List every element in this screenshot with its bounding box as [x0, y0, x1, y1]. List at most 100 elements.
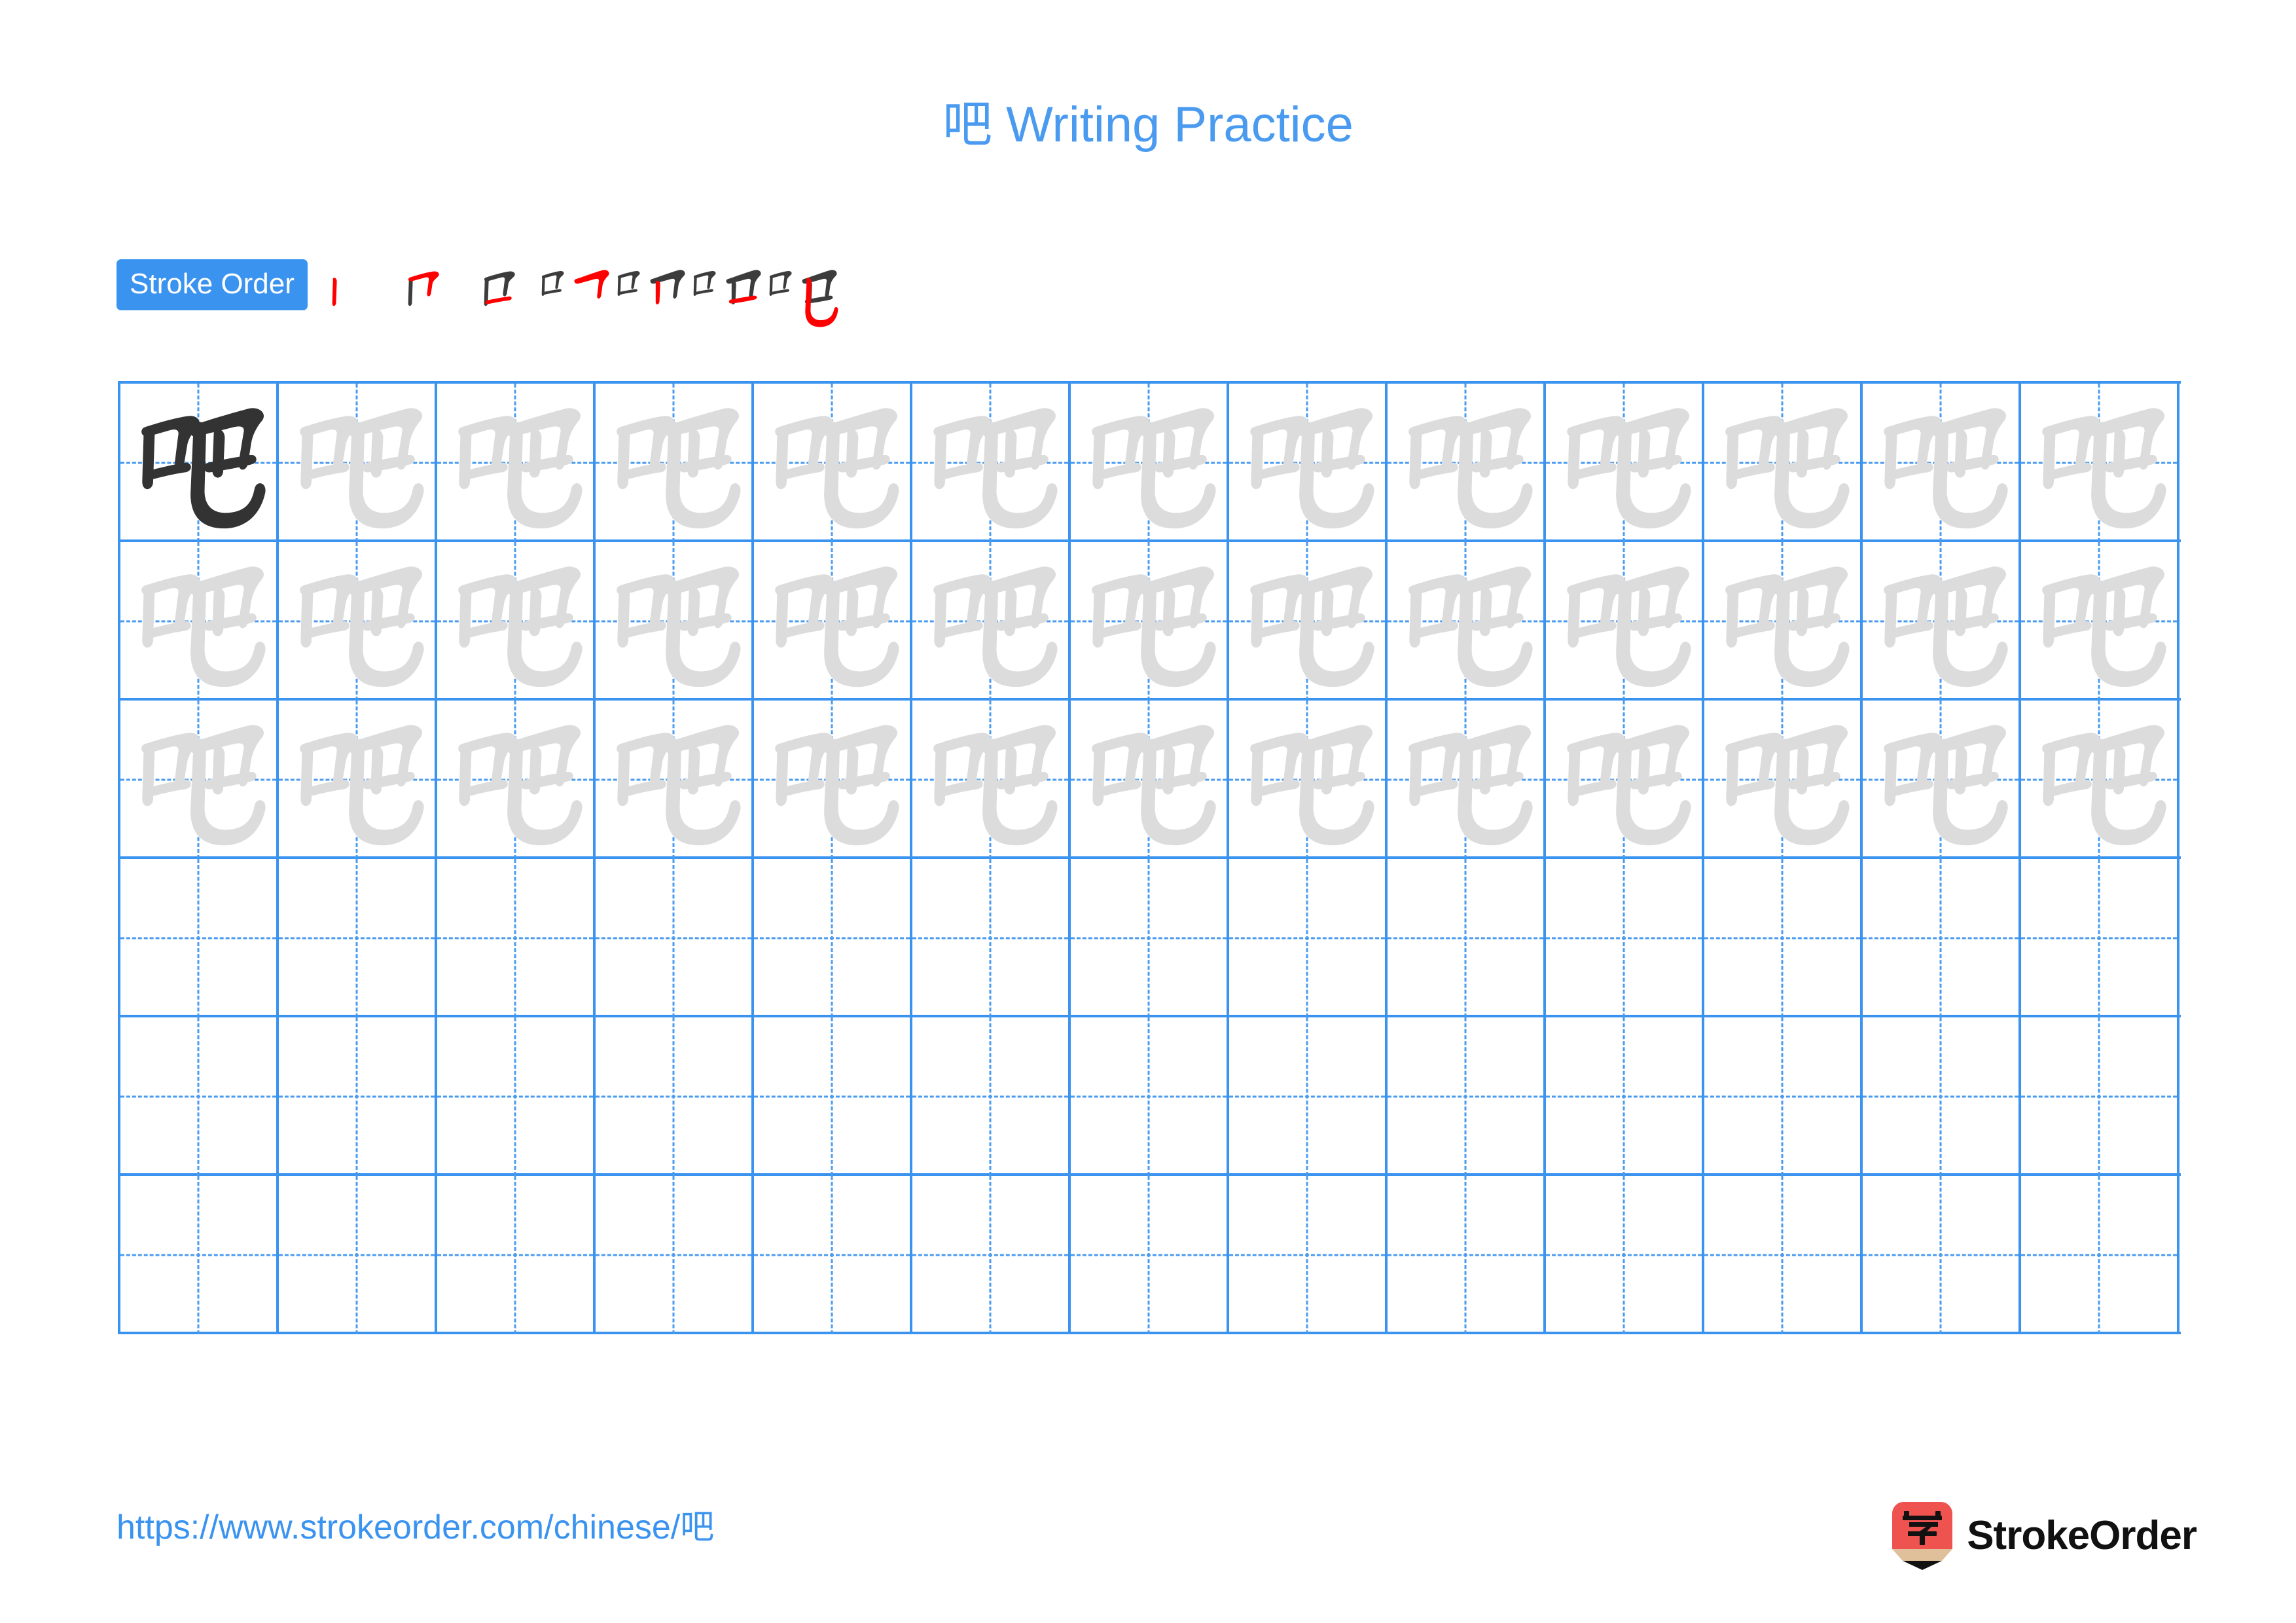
practice-cell-empty[interactable] — [754, 1017, 912, 1176]
stroke-step-4 — [538, 254, 614, 330]
practice-cell-trace[interactable] — [1071, 701, 1229, 859]
practice-cell-empty[interactable] — [1388, 1176, 1546, 1334]
footer-url-link[interactable]: https://www.strokeorder.com/chinese/吧 — [117, 1507, 714, 1548]
practice-cell-empty[interactable] — [1704, 1017, 1863, 1176]
practice-cell-trace[interactable] — [2021, 542, 2179, 701]
trace-character — [1229, 384, 1385, 542]
practice-cell-empty[interactable] — [2021, 1176, 2179, 1334]
practice-cell-trace[interactable] — [596, 542, 754, 701]
practice-cell-empty[interactable] — [754, 859, 912, 1017]
cell-guide-horizontal — [596, 1095, 751, 1098]
practice-cell-trace[interactable] — [1388, 701, 1546, 859]
practice-cell-empty[interactable] — [596, 859, 754, 1017]
practice-cell-trace[interactable] — [1704, 701, 1863, 859]
practice-cell-empty[interactable] — [1863, 859, 2021, 1017]
practice-cell-empty[interactable] — [1071, 1017, 1229, 1176]
practice-cell-trace[interactable] — [2021, 701, 2179, 859]
practice-cell-empty[interactable] — [2021, 859, 2179, 1017]
practice-cell-empty[interactable] — [2021, 1017, 2179, 1176]
practice-cell-empty[interactable] — [1863, 1176, 2021, 1334]
practice-cell-empty[interactable] — [1863, 1017, 2021, 1176]
practice-cell-trace[interactable] — [1229, 542, 1388, 701]
practice-cell-trace[interactable] — [912, 701, 1071, 859]
character-glyph — [933, 566, 1058, 687]
practice-cell-trace[interactable] — [1863, 701, 2021, 859]
practice-cell-trace[interactable] — [437, 701, 596, 859]
practice-cell-trace[interactable] — [1863, 542, 2021, 701]
practice-cell-empty[interactable] — [596, 1176, 754, 1334]
practice-cell-empty[interactable] — [1388, 1017, 1546, 1176]
practice-cell-trace[interactable] — [1546, 384, 1704, 542]
cell-guide-horizontal — [1388, 1095, 1543, 1098]
practice-cell-trace[interactable] — [2021, 384, 2179, 542]
practice-cell-trace[interactable] — [1388, 384, 1546, 542]
practice-cell-trace[interactable] — [1071, 542, 1229, 701]
practice-cell-empty[interactable] — [120, 1017, 279, 1176]
character-glyph — [458, 566, 583, 687]
practice-cell-trace[interactable] — [1229, 384, 1388, 542]
practice-cell-trace[interactable] — [1863, 384, 2021, 542]
practice-cell-trace[interactable] — [1546, 542, 1704, 701]
trace-character — [1388, 384, 1543, 542]
cell-guide-horizontal — [1863, 1254, 2018, 1256]
cell-guide-horizontal — [279, 1254, 435, 1256]
trace-character — [1388, 701, 1543, 859]
trace-character — [754, 701, 910, 859]
trace-character — [1863, 701, 2018, 859]
practice-cell-empty[interactable] — [1229, 859, 1388, 1017]
practice-cell-empty[interactable] — [1388, 859, 1546, 1017]
stroke-order-step-list — [310, 254, 842, 330]
practice-cell-empty[interactable] — [1071, 1176, 1229, 1334]
practice-cell-empty[interactable] — [437, 1176, 596, 1334]
practice-cell-empty[interactable] — [1546, 1017, 1704, 1176]
practice-cell-empty[interactable] — [1546, 859, 1704, 1017]
practice-cell-trace[interactable] — [1229, 701, 1388, 859]
practice-cell-trace[interactable] — [754, 384, 912, 542]
practice-cell-empty[interactable] — [1704, 1176, 1863, 1334]
practice-cell-trace[interactable] — [912, 542, 1071, 701]
practice-cell-empty[interactable] — [754, 1176, 912, 1334]
practice-cell-empty[interactable] — [120, 1176, 279, 1334]
practice-cell-empty[interactable] — [437, 1017, 596, 1176]
practice-cell-empty[interactable] — [1071, 859, 1229, 1017]
page-title-text: Writing Practice — [992, 97, 1354, 153]
cell-guide-horizontal — [1388, 937, 1543, 939]
practice-cell-trace[interactable] — [279, 701, 437, 859]
practice-cell-empty[interactable] — [912, 1017, 1071, 1176]
practice-cell-trace[interactable] — [596, 701, 754, 859]
brand-logo[interactable]: StrokeOrder — [1892, 1497, 2197, 1575]
practice-cell-trace[interactable] — [437, 384, 596, 542]
cell-guide-horizontal — [754, 937, 910, 939]
practice-cell-trace[interactable] — [1388, 542, 1546, 701]
practice-cell-trace[interactable] — [912, 384, 1071, 542]
practice-cell-trace[interactable] — [1704, 384, 1863, 542]
practice-cell-trace[interactable] — [1071, 384, 1229, 542]
practice-cell-empty[interactable] — [912, 1176, 1071, 1334]
pencil-logo-svg — [1892, 1502, 1953, 1570]
practice-cell-empty[interactable] — [912, 859, 1071, 1017]
practice-cell-empty[interactable] — [120, 859, 279, 1017]
practice-cell-trace[interactable] — [279, 384, 437, 542]
practice-cell-empty[interactable] — [1229, 1017, 1388, 1176]
practice-cell-empty[interactable] — [1546, 1176, 1704, 1334]
practice-cell-empty[interactable] — [279, 1176, 437, 1334]
character-glyph — [141, 566, 266, 687]
practice-cell-trace[interactable] — [120, 701, 279, 859]
practice-cell-trace[interactable] — [754, 701, 912, 859]
practice-cell-empty[interactable] — [1229, 1176, 1388, 1334]
practice-cell-trace[interactable] — [1704, 542, 1863, 701]
practice-cell-ink[interactable] — [120, 384, 279, 542]
practice-cell-empty[interactable] — [1704, 859, 1863, 1017]
practice-cell-empty[interactable] — [279, 1017, 437, 1176]
practice-cell-empty[interactable] — [596, 1017, 754, 1176]
practice-cell-trace[interactable] — [120, 542, 279, 701]
practice-cell-trace[interactable] — [596, 384, 754, 542]
stroke-step-5-diagram — [617, 270, 685, 304]
character-glyph — [1725, 725, 1850, 846]
practice-cell-trace[interactable] — [279, 542, 437, 701]
practice-cell-trace[interactable] — [437, 542, 596, 701]
practice-cell-empty[interactable] — [437, 859, 596, 1017]
practice-cell-trace[interactable] — [1546, 701, 1704, 859]
practice-cell-empty[interactable] — [279, 859, 437, 1017]
practice-cell-trace[interactable] — [754, 542, 912, 701]
